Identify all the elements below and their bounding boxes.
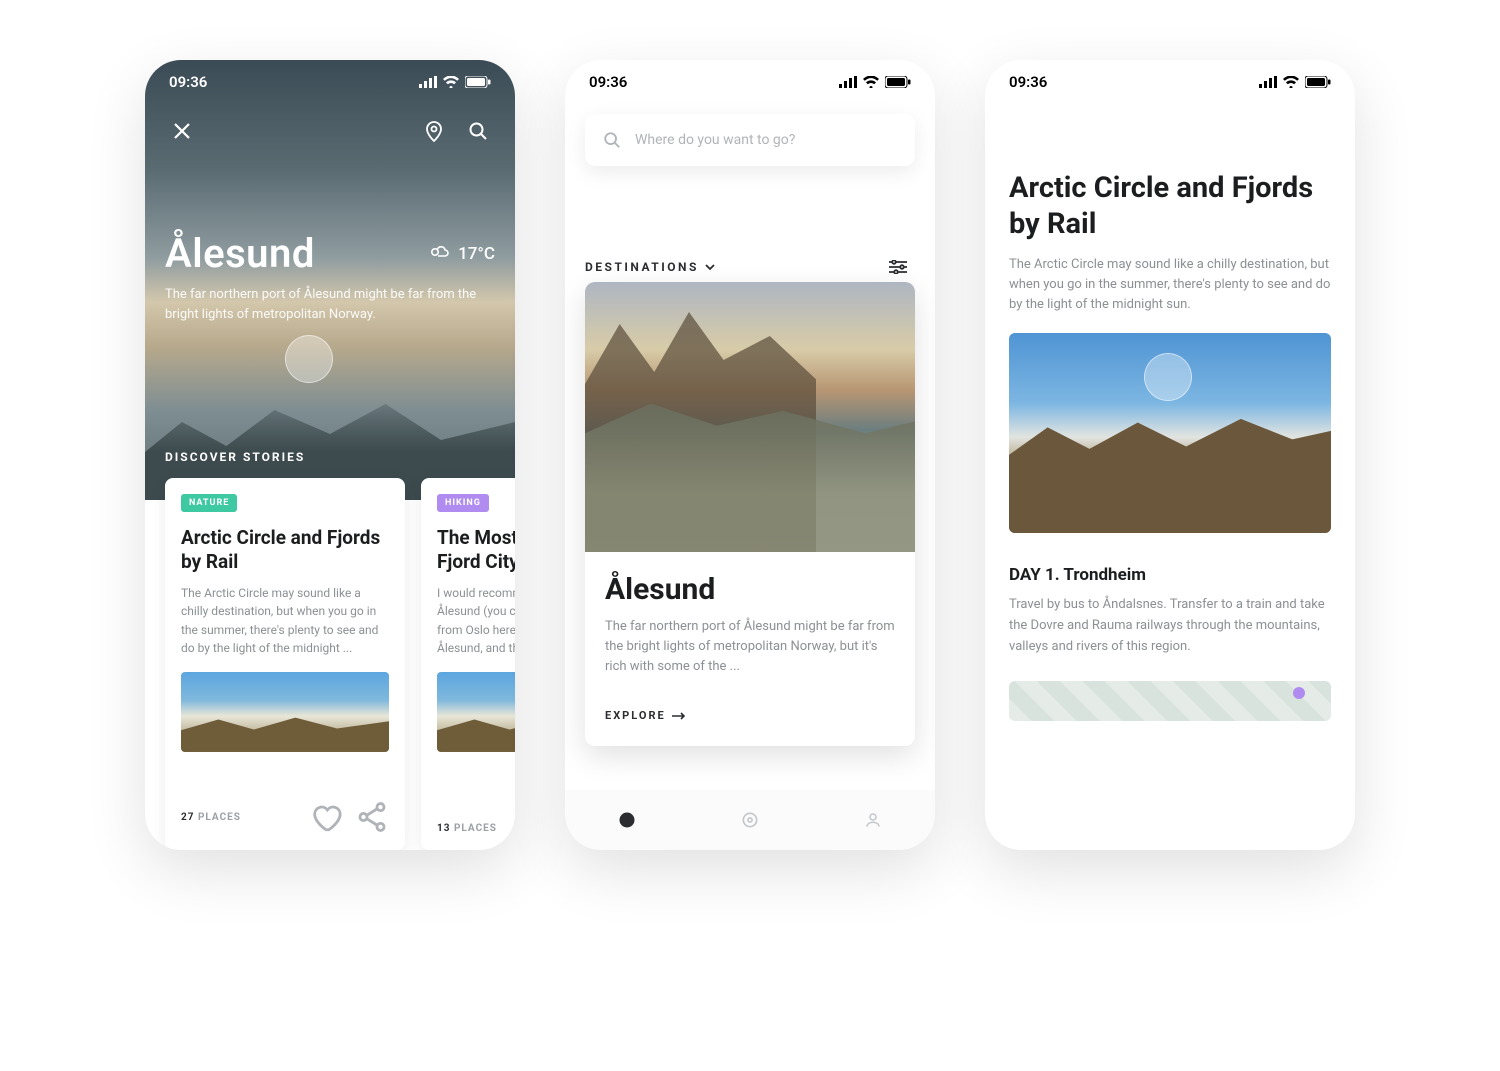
cellular-icon — [839, 76, 857, 88]
close-button[interactable] — [165, 114, 199, 148]
nav-wheel[interactable] — [739, 809, 761, 831]
article-view: Arctic Circle and Fjords by Rail The Arc… — [1009, 170, 1331, 721]
wifi-icon — [1283, 76, 1299, 88]
article-lead: The Arctic Circle may sound like a chill… — [1009, 255, 1331, 315]
filter-button[interactable] — [881, 250, 915, 284]
status-time: 09:36 — [1009, 73, 1047, 91]
status-bar: 09:36 — [985, 60, 1355, 104]
temperature-value: 17°C — [458, 244, 495, 264]
destination-card-description: The far northern port of Ålesund might b… — [605, 617, 895, 677]
article-title: Arctic Circle and Fjords by Rail — [1009, 170, 1331, 243]
destination-image — [585, 282, 915, 552]
story-card[interactable]: NATURE Arctic Circle and Fjords by Rail … — [165, 478, 405, 850]
nav-profile[interactable] — [862, 809, 884, 831]
map-preview[interactable] — [1009, 681, 1331, 721]
gear-icon — [740, 810, 760, 830]
destination-title: Ålesund — [165, 230, 315, 277]
destination-hero: Ålesund 17°C The far northern port of Ål… — [145, 60, 515, 500]
search-icon — [603, 131, 621, 149]
search-input[interactable]: Where do you want to go? — [585, 114, 915, 166]
close-icon — [172, 121, 192, 141]
share-icon[interactable] — [355, 800, 389, 834]
bottom-nav — [565, 790, 935, 850]
day-heading: DAY 1. Trondheim — [1009, 565, 1331, 585]
status-icons — [839, 76, 911, 88]
search-button[interactable] — [461, 114, 495, 148]
destination-card-title: Ålesund — [605, 572, 895, 607]
status-time: 09:36 — [169, 73, 207, 91]
story-image — [437, 672, 515, 752]
arrow-right-icon — [672, 712, 686, 720]
story-image — [181, 672, 389, 752]
battery-icon — [885, 76, 911, 88]
status-icons — [1259, 76, 1331, 88]
weather-icon — [428, 245, 450, 263]
touch-indicator — [285, 335, 333, 383]
nav-explore[interactable] — [616, 809, 638, 831]
heart-icon[interactable] — [309, 800, 343, 834]
chevron-down-icon — [705, 263, 715, 271]
destination-card[interactable]: Ålesund The far northern port of Ålesund… — [585, 282, 915, 746]
touch-indicator — [726, 190, 774, 238]
category-badge: HIKING — [437, 494, 489, 512]
destinations-dropdown[interactable]: DESTINATIONS — [585, 260, 715, 274]
story-cards-list[interactable]: NATURE Arctic Circle and Fjords by Rail … — [165, 478, 515, 850]
location-button[interactable] — [417, 114, 451, 148]
cellular-icon — [1259, 76, 1277, 88]
touch-indicator — [1144, 353, 1192, 401]
map-pin-icon — [424, 120, 444, 142]
user-icon — [864, 811, 882, 829]
compass-icon — [618, 811, 636, 829]
story-places: 13 PLACES — [437, 823, 497, 834]
story-title: The Most Beautiful Fjord City — [437, 526, 515, 574]
filter-icon — [889, 260, 907, 274]
search-icon — [468, 121, 488, 141]
wifi-icon — [443, 76, 459, 88]
destination-description: The far northern port of Ålesund might b… — [165, 285, 495, 325]
day-body: Travel by bus to Åndalsnes. Transfer to … — [1009, 595, 1331, 657]
story-excerpt: The Arctic Circle may sound like a chill… — [181, 584, 389, 658]
status-bar: 09:36 — [565, 60, 935, 104]
phone-screen-3: 09:36 Arctic Circle and Fjords by Rail T… — [985, 60, 1355, 850]
wifi-icon — [863, 76, 879, 88]
status-time: 09:36 — [589, 73, 627, 91]
category-badge: NATURE — [181, 494, 237, 512]
story-card[interactable]: HIKING The Most Beautiful Fjord City I w… — [421, 478, 515, 850]
search-placeholder: Where do you want to go? — [635, 132, 795, 148]
battery-icon — [1305, 76, 1331, 88]
weather-widget: 17°C — [428, 244, 495, 264]
battery-icon — [465, 76, 491, 88]
story-places: 27 PLACES — [181, 812, 241, 823]
section-label-discover: DISCOVER STORIES — [165, 450, 305, 464]
status-bar: 09:36 — [145, 60, 515, 104]
status-icons — [419, 76, 491, 88]
phone-screen-1: 09:36 Ålesund 17 — [145, 60, 515, 850]
cellular-icon — [419, 76, 437, 88]
article-hero-image — [1009, 333, 1331, 533]
phone-screen-2: 09:36 Where do you want to go? DESTINATI… — [565, 60, 935, 850]
story-title: Arctic Circle and Fjords by Rail — [181, 526, 389, 574]
explore-button[interactable]: EXPLORE — [605, 709, 895, 722]
story-excerpt: I would recommend flying straight into Å… — [437, 584, 515, 658]
